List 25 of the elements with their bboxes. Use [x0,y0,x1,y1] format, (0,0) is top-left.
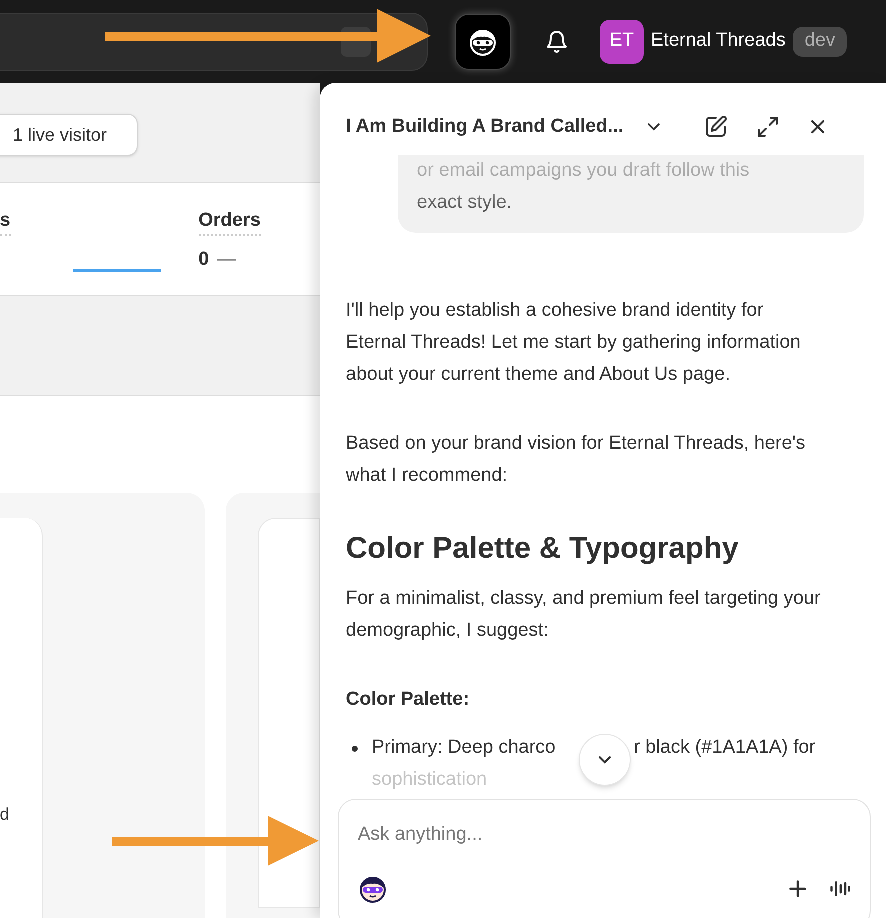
expand-icon[interactable] [756,115,780,139]
message-heading: Color Palette & Typography [346,531,740,567]
metric-label[interactable]: s [0,208,11,236]
assistant-button[interactable] [455,14,511,70]
card-text: d [0,804,10,826]
message-paragraph: For a minimalist, classy, and premium feel targeting your demographic, I suggest: [346,587,822,643]
bullet-icon [352,746,358,752]
message-input[interactable]: Ask anything... [358,821,851,850]
chat-title[interactable]: I Am Building A Brand Called... [346,112,624,142]
plus-icon[interactable] [787,878,809,900]
bell-icon [545,30,569,54]
bullet-text: r black (#1A1A1A) for [634,736,816,760]
bullet-text: sophistication [372,768,488,792]
edit-icon[interactable] [704,115,728,139]
store-avatar[interactable]: ET [600,20,644,64]
live-visitors-badge[interactable]: 1 live visitor [0,114,138,156]
bullet-text: Primary: Deep charco [372,736,556,760]
metric-trend: — [217,248,236,272]
message-paragraph: Based on your brand vision for Eternal Threads, here's what I recommend: [346,432,807,488]
environment-badge: dev [792,26,848,56]
metric-value: 0 [198,248,210,272]
store-name: Eternal Threads [651,29,786,54]
message-label: Color Palette: [346,688,471,712]
metric-label[interactable]: Orders [198,208,261,236]
message-paragraph: I'll help you establish a cohesive brand identity for Eternal Threads! Let me start by gathering information about your current theme and About Us page. [346,299,802,387]
